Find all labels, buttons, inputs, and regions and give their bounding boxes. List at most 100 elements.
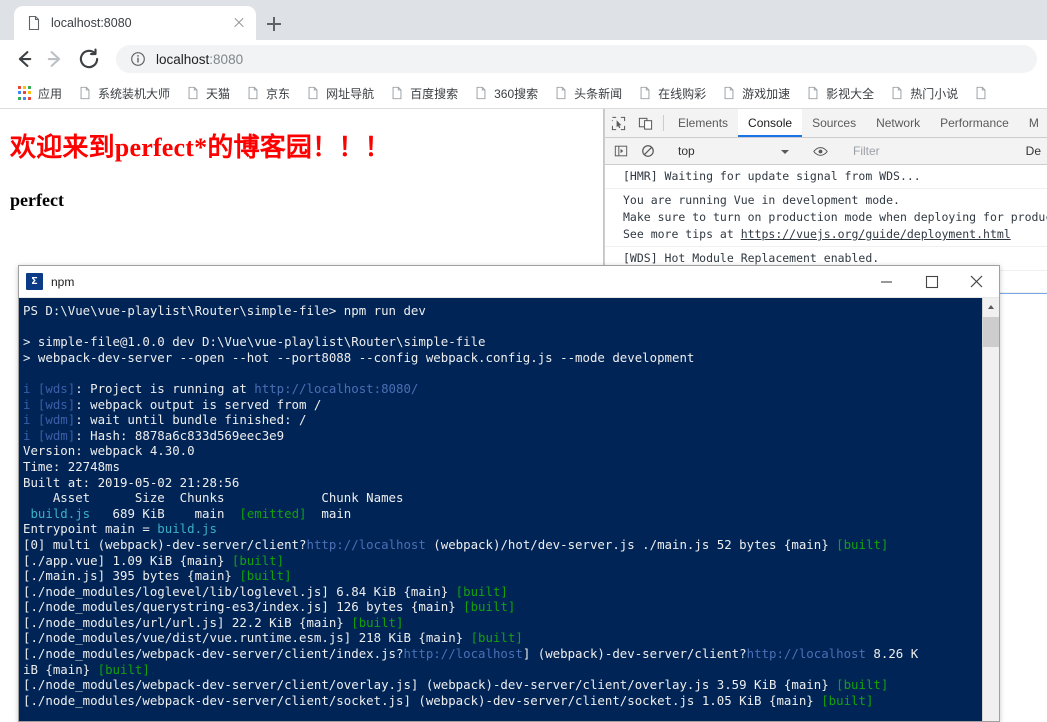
console-line-prefix: See more tips at [623,227,741,241]
bookmark-item[interactable]: 影视大全 [798,81,882,105]
devtools-tabbar: Elements Console Sources Network Perform… [605,109,1047,138]
terminal-line: [./node_modules/loglevel/lib/loglevel.js… [23,583,508,599]
bookmark-label: 应用 [38,86,63,101]
address-port: :8080 [209,51,244,67]
address-host: localhost [156,51,210,67]
minimize-button[interactable] [864,266,909,297]
info-circle-icon [131,52,145,66]
bookmark-label: 京东 [266,86,291,101]
browser-tab[interactable]: localhost:8080 [14,6,256,40]
bookmark-item[interactable]: 百度搜索 [382,81,466,105]
inspect-cursor-icon [611,116,626,130]
address-bar[interactable]: localhost:8080 [116,45,1037,73]
terminal-line: Built at: 2019-05-02 21:28:56 [23,474,240,490]
tab-network[interactable]: Network [866,109,930,137]
bookmark-label: 网址导航 [326,86,375,101]
bookmark-label: 影视大全 [826,86,875,101]
tab-console[interactable]: Console [738,109,803,137]
page-icon [640,86,650,100]
console-context-selector[interactable]: top [670,142,798,161]
page-icon [80,86,90,100]
page-icon [892,86,902,100]
console-sidebar-toggle[interactable] [607,144,634,158]
terminal-line: [./app.vue] 1.09 KiB {main} [built] [23,552,285,568]
page-icon [476,86,486,100]
tab-memory[interactable]: M [1019,109,1047,137]
tab-elements[interactable]: Elements [668,109,738,137]
tab-performance[interactable]: Performance [930,109,1019,137]
console-filterbar: top Filter De [605,138,1047,165]
device-toolbar-button[interactable] [632,109,659,137]
clear-console-button[interactable] [634,144,661,158]
browser-toolbar: localhost:8080 [0,40,1047,78]
bookmark-label: 天猫 [206,86,231,101]
scroll-up-arrow-icon[interactable] [983,298,999,315]
page-icon [392,86,402,100]
bookmark-label: 头条新闻 [574,86,623,101]
bookmark-label: 360搜索 [494,86,539,101]
maximize-icon [925,275,939,289]
bookmark-item[interactable]: 360搜索 [466,81,546,105]
console-filter-input[interactable]: Filter [843,144,1026,158]
page-subtitle: perfect [10,190,64,210]
terminal-output[interactable]: PS D:\Vue\vue-playlist\Router\simple-fil… [19,298,999,721]
forward-arrow-icon [47,51,61,67]
bookmark-item[interactable]: 热门小说 [882,81,966,105]
terminal-line: i [wds]: webpack output is served from / [23,396,322,412]
maximize-button[interactable] [909,266,954,297]
scrollbar-thumb[interactable] [983,317,999,347]
back-arrow-icon [18,51,32,67]
inspect-element-button[interactable] [605,109,632,137]
page-icon [556,86,566,100]
bookmark-item[interactable]: 京东 [238,81,298,105]
bookmark-item[interactable]: 在线购彩 [630,81,714,105]
close-icon[interactable] [230,14,248,32]
page-icon [976,86,986,100]
terminal-title: npm [51,274,75,289]
divider [663,115,664,131]
new-tab-button[interactable] [262,12,286,36]
terminal-line: [./node_modules/url/url.js] 22.2 KiB {ma… [23,614,404,630]
terminal-line: [./main.js] 395 bytes {main} [built] [23,568,292,584]
bookmark-item[interactable]: 头条新闻 [546,81,630,105]
console-context-value: top [678,144,695,158]
terminal-line: PS D:\Vue\vue-playlist\Router\simple-fil… [23,303,426,318]
powershell-icon: Σ [26,273,43,290]
terminal-line: iB {main} [built] [23,661,150,677]
terminal-line: Entrypoint main = build.js [23,521,217,537]
terminal-line: [0] multi (webpack)-dev-server/client?ht… [23,536,889,552]
tab-sources[interactable]: Sources [802,109,866,137]
terminal-line: Version: webpack 4.30.0 [23,443,195,459]
bookmark-label: 系统装机大师 [98,86,171,101]
tab-title: localhost:8080 [51,16,132,30]
bookmark-item[interactable]: 游戏加速 [714,81,798,105]
tab-strip: localhost:8080 [0,0,1047,40]
close-button[interactable] [954,266,999,297]
terminal-titlebar[interactable]: Σ npm [19,266,999,298]
bookmark-apps[interactable]: 应用 [10,81,70,105]
console-line: You are running Vue in development mode. [623,193,900,207]
vue-deployment-link[interactable]: https://vuejs.org/guide/deployment.html [741,227,1011,241]
bookmark-label: 在线购彩 [658,86,707,101]
bookmark-item[interactable]: 系统装机大师 [70,81,178,105]
terminal-scrollbar[interactable] [982,298,999,721]
device-toolbar-icon [638,117,653,130]
console-line: Make sure to turn on production mode whe… [623,210,1047,224]
bookmark-item[interactable] [966,81,1002,105]
reload-button[interactable] [74,44,104,74]
console-log-levels[interactable]: De [1026,144,1047,158]
terminal-line: [./node_modules/webpack-dev-server/clien… [23,692,874,708]
page-icon [28,15,40,31]
bookmark-item[interactable]: 网址导航 [298,81,382,105]
bookmark-item[interactable]: 天猫 [178,81,238,105]
page-title: 欢迎来到perfect*的博客园！！！ [10,133,391,162]
forward-button[interactable] [41,44,71,74]
terminal-line: i [wdm]: Hash: 8878a6c833d569eec3e9 [23,427,285,443]
sidebar-toggle-icon [614,145,627,157]
back-button[interactable] [8,44,38,74]
page-icon [724,86,734,100]
live-expression-button[interactable] [807,144,834,159]
console-message: You are running Vue in development mode.… [605,189,1047,247]
